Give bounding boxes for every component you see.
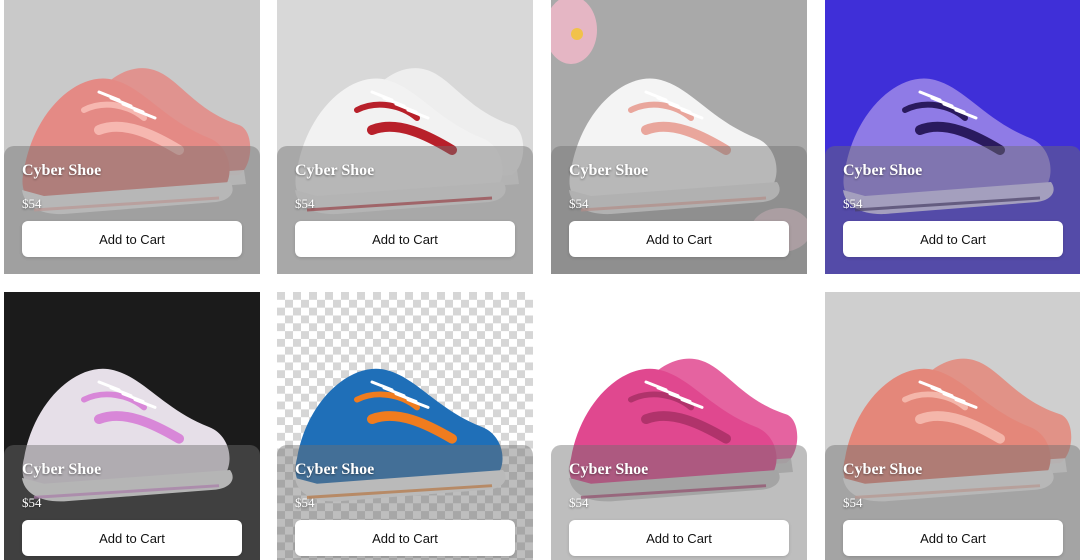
product-price: $54 — [22, 196, 42, 211]
product-title: Cyber Shoe — [22, 162, 102, 179]
add-to-cart-button[interactable]: Add to Cart — [569, 520, 789, 556]
product-price: $54 — [569, 495, 589, 510]
product-title: Cyber Shoe — [569, 461, 649, 478]
product-info-overlay: Cyber Shoe $54 Add to Cart — [825, 146, 1080, 274]
product-info-overlay: Cyber Shoe $54 Add to Cart — [825, 445, 1080, 560]
add-to-cart-button[interactable]: Add to Cart — [22, 221, 242, 257]
add-to-cart-button[interactable]: Add to Cart — [569, 221, 789, 257]
product-info-overlay: Cyber Shoe $54 Add to Cart — [551, 445, 807, 560]
add-to-cart-button[interactable]: Add to Cart — [295, 221, 515, 257]
add-to-cart-button[interactable]: Add to Cart — [843, 520, 1063, 556]
product-info-overlay: Cyber Shoe $54 Add to Cart — [277, 146, 533, 274]
product-card[interactable]: Cyber Shoe $54 Add to Cart — [551, 0, 807, 274]
product-info-overlay: Cyber Shoe $54 Add to Cart — [277, 445, 533, 560]
product-price: $54 — [843, 495, 863, 510]
product-card[interactable]: Cyber Shoe $54 Add to Cart — [277, 292, 533, 560]
product-title: Cyber Shoe — [22, 461, 102, 478]
product-price: $54 — [295, 495, 315, 510]
product-grid: Cyber Shoe $54 Add to Cart Cyber Shoe $5… — [0, 0, 1080, 560]
product-price: $54 — [22, 495, 42, 510]
product-card[interactable]: Cyber Shoe $54 Add to Cart — [277, 0, 533, 274]
product-info-overlay: Cyber Shoe $54 Add to Cart — [551, 146, 807, 274]
product-card[interactable]: Cyber Shoe $54 Add to Cart — [4, 0, 260, 274]
add-to-cart-button[interactable]: Add to Cart — [295, 520, 515, 556]
product-title: Cyber Shoe — [843, 461, 923, 478]
product-card[interactable]: Cyber Shoe $54 Add to Cart — [825, 292, 1080, 560]
product-card[interactable]: Cyber Shoe $54 Add to Cart — [4, 292, 260, 560]
product-info-overlay: Cyber Shoe $54 Add to Cart — [4, 146, 260, 274]
product-card[interactable]: Cyber Shoe $54 Add to Cart — [825, 0, 1080, 274]
product-price: $54 — [295, 196, 315, 211]
product-price: $54 — [843, 196, 863, 211]
product-info-overlay: Cyber Shoe $54 Add to Cart — [4, 445, 260, 560]
add-to-cart-button[interactable]: Add to Cart — [843, 221, 1063, 257]
product-title: Cyber Shoe — [295, 162, 375, 179]
product-card[interactable]: Cyber Shoe $54 Add to Cart — [551, 292, 807, 560]
product-title: Cyber Shoe — [569, 162, 649, 179]
product-title: Cyber Shoe — [295, 461, 375, 478]
product-price: $54 — [569, 196, 589, 211]
add-to-cart-button[interactable]: Add to Cart — [22, 520, 242, 556]
product-title: Cyber Shoe — [843, 162, 923, 179]
